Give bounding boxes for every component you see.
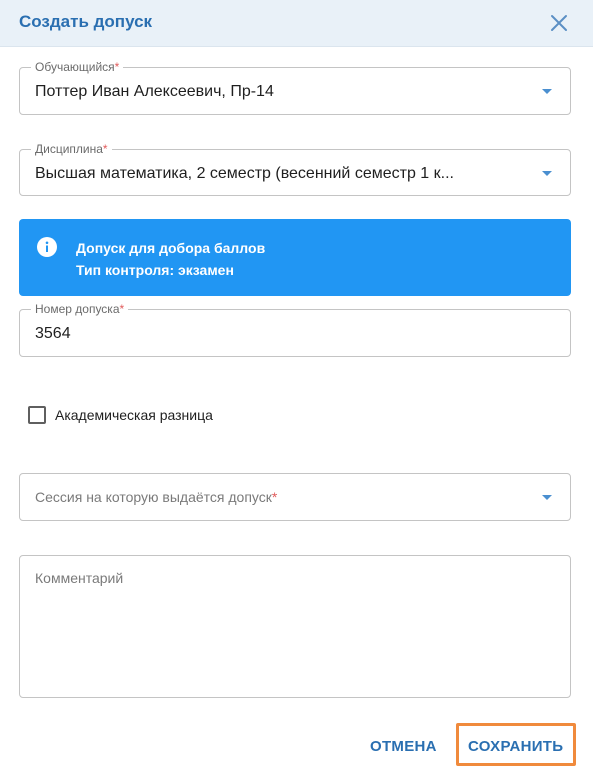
admission-number-label: Номер допуска* bbox=[31, 302, 129, 316]
save-button[interactable]: СОХРАНИТЬ bbox=[468, 738, 563, 755]
close-icon[interactable] bbox=[549, 13, 569, 33]
info-icon bbox=[37, 237, 57, 257]
session-select[interactable]: Сессия на которую выдаётся допуск* bbox=[19, 473, 571, 521]
session-placeholder: Сессия на которую выдаётся допуск* bbox=[35, 489, 278, 505]
admission-number-field[interactable]: Номер допуска* 3564 bbox=[19, 302, 571, 357]
student-select[interactable]: Обучающийся* Поттер Иван Алексеевич, Пр-… bbox=[19, 60, 571, 115]
discipline-label: Дисциплина* bbox=[31, 142, 112, 156]
academic-difference-label: Академическая разница bbox=[55, 407, 213, 423]
chevron-down-icon[interactable] bbox=[542, 89, 552, 94]
info-banner-control-type: Тип контроля: экзамен bbox=[76, 262, 234, 278]
save-button-highlight[interactable]: СОХРАНИТЬ bbox=[456, 723, 576, 766]
dialog-title: Создать допуск bbox=[19, 12, 153, 31]
cancel-button[interactable]: ОТМЕНА bbox=[370, 738, 437, 755]
student-value: Поттер Иван Алексеевич, Пр-14 bbox=[35, 83, 274, 100]
academic-difference-checkbox[interactable] bbox=[28, 406, 46, 424]
admission-number-value: 3564 bbox=[35, 325, 71, 342]
chevron-down-icon[interactable] bbox=[542, 171, 552, 176]
student-label: Обучающийся* bbox=[31, 60, 124, 74]
discipline-select[interactable]: Дисциплина* Высшая математика, 2 семестр… bbox=[19, 142, 571, 196]
comment-textarea[interactable]: Комментарий bbox=[19, 555, 571, 698]
dialog-header: Создать допуск bbox=[0, 0, 593, 47]
discipline-value: Высшая математика, 2 семестр (весенний с… bbox=[35, 165, 454, 182]
info-banner-title: Допуск для добора баллов bbox=[76, 240, 266, 256]
chevron-down-icon[interactable] bbox=[542, 495, 552, 500]
comment-placeholder: Комментарий bbox=[35, 570, 124, 586]
info-banner: Допуск для добора баллов Тип контроля: э… bbox=[19, 219, 571, 296]
